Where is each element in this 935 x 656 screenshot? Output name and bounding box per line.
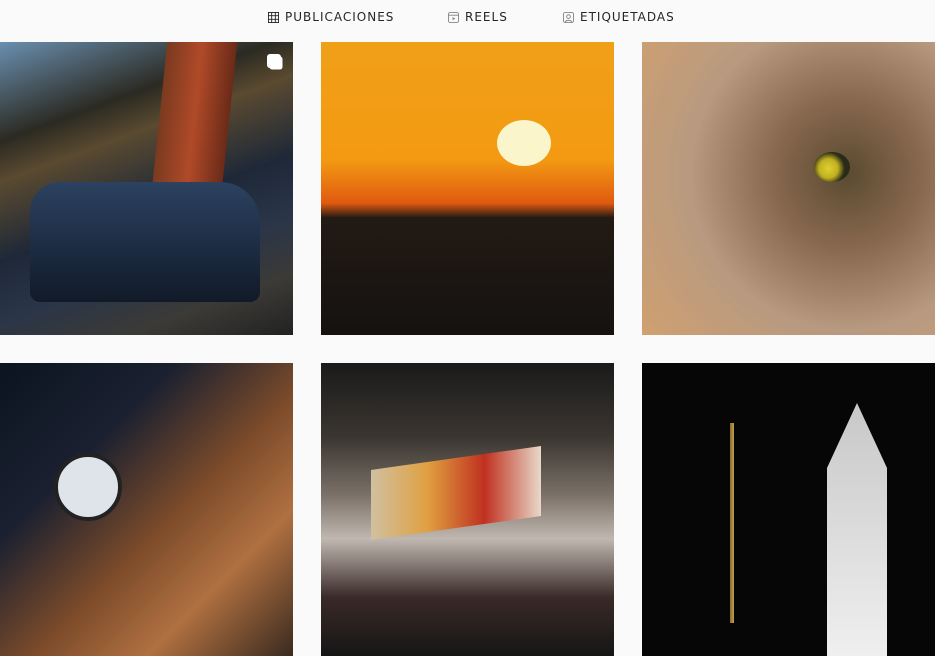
post-sunset[interactable] [321,42,614,335]
photo-detail [54,453,122,521]
post-graffiti-train[interactable] [321,363,614,656]
tab-label: REELS [465,10,508,24]
photo-detail [814,152,850,182]
tab-label: PUBLICACIONES [285,10,395,24]
post-street-clock[interactable] [0,363,293,656]
photo-detail [827,403,887,656]
tab-publicaciones[interactable]: PUBLICACIONES [268,0,394,34]
tab-reels[interactable]: REELS [448,0,508,34]
multiple-photos-icon [267,54,281,68]
post-church-night[interactable] [642,363,935,656]
photo-detail [712,423,752,623]
tab-label: ETIQUETADAS [580,10,675,24]
photo-detail [497,120,551,166]
profile-tabs: PUBLICACIONES REELS ETIQUETADAS [0,0,935,34]
post-bird-sunflower[interactable] [642,42,935,335]
post-truck-clothespin[interactable] [0,42,293,335]
photo-detail [152,42,238,182]
photo-detail [30,182,260,302]
tab-etiquetadas[interactable]: ETIQUETADAS [563,0,675,34]
tagged-user-icon [563,11,574,23]
reels-icon [448,11,459,23]
grid-icon [268,11,279,23]
photo-detail [371,446,541,540]
